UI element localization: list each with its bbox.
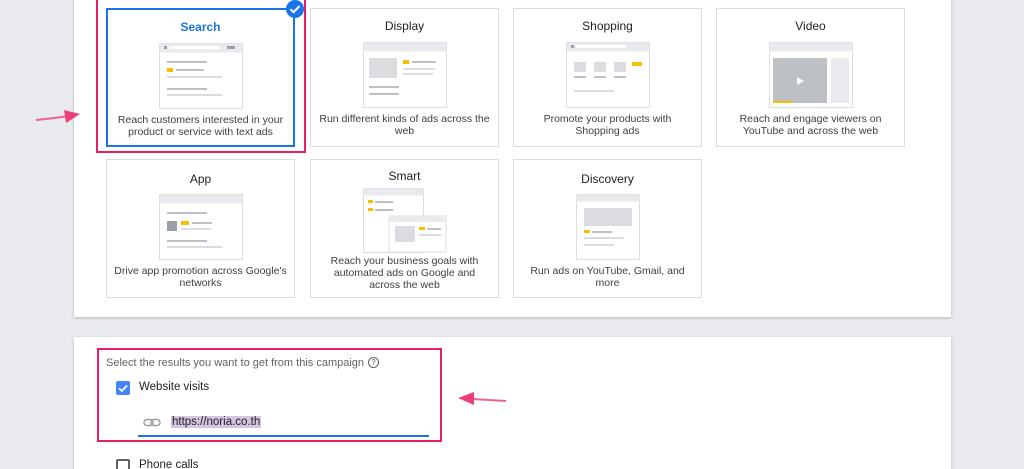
campaign-card-discovery[interactable]: Discovery Run ads on YouTube, Gmail, and… (513, 159, 702, 298)
card-description: Reach and engage viewers on YouTube and … (739, 113, 882, 137)
card-title: Display (384, 19, 425, 33)
annotation-arrow-left-icon (458, 392, 507, 405)
phone-calls-label: Phone calls (139, 459, 199, 469)
campaign-card-video[interactable]: Video Reach and engage viewers on YouTub… (716, 8, 905, 147)
card-title: Discovery (581, 172, 634, 186)
card-title: Smart (388, 169, 421, 183)
campaign-card-display[interactable]: Display Run different kinds of ads acros… (310, 8, 499, 147)
campaign-card-app[interactable]: App Drive app promotion across Google's … (106, 159, 295, 298)
annotation-highlight-search (96, 0, 306, 153)
smart-ad-illustration (362, 188, 446, 253)
video-ad-illustration (768, 42, 853, 108)
display-ad-illustration (362, 42, 447, 108)
annotation-arrow-icon (35, 110, 80, 123)
card-description: Promote your products with Shopping ads (543, 113, 672, 137)
card-description: Reach your business goals with automated… (330, 255, 479, 291)
discovery-ad-illustration (575, 194, 640, 260)
card-title: App (189, 172, 212, 186)
app-ad-illustration (158, 194, 243, 260)
annotation-highlight-results (97, 348, 442, 442)
campaign-card-smart[interactable]: Smart Reach your business goals with aut… (310, 159, 499, 298)
card-title: Video (795, 19, 826, 33)
card-title: Shopping (582, 19, 633, 33)
card-description: Run different kinds of ads across the we… (319, 113, 490, 137)
campaign-card-shopping[interactable]: Shopping Promote your products with Shop… (513, 8, 702, 147)
phone-calls-checkbox[interactable] (116, 459, 130, 469)
card-description: Run ads on YouTube, Gmail, and more (530, 265, 685, 289)
card-description: Drive app promotion across Google's netw… (114, 265, 287, 289)
shopping-ad-illustration (565, 42, 650, 108)
